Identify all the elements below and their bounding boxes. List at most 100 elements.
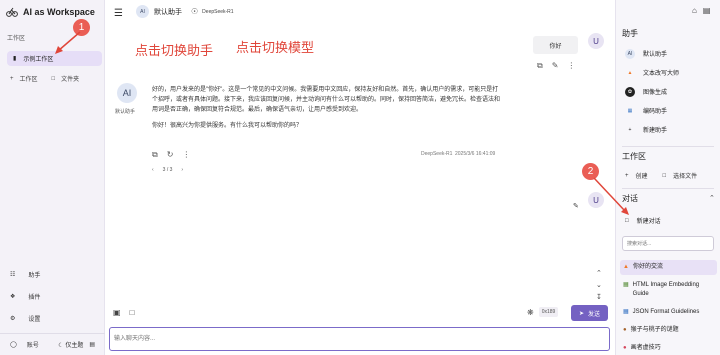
pager-label: 3 / 3 [162,167,173,173]
menu-item-plugins[interactable]: ❖ 插件 [10,290,40,302]
app-title: AI as Workspace [23,7,95,17]
openai-icon: ✿ [625,86,635,97]
bike-icon [6,7,18,17]
assistant-label: 图像生成 [643,90,668,96]
workspace-section-label: 工作区 [7,36,26,42]
model-switcher[interactable]: ☉ DeepSeek-R1 [191,7,234,16]
workspace-item-label: 示例工作区 [23,57,54,63]
add-folder-label: 文件夹 [61,77,80,83]
flame-icon: ▲ [627,69,633,76]
user-icon: ◯ [10,342,17,348]
topic-label: 你好的交流 [632,264,663,270]
edit-icon[interactable]: ✎ [573,202,579,210]
assistants-title: 助手 [622,29,638,38]
add-folder-button[interactable]: □ 文件夹 [51,74,80,84]
book-icon: ▮ [13,56,17,62]
chevron-right-icon[interactable]: › [181,167,183,173]
menu-item-settings[interactable]: ⚙ 设置 [10,312,40,324]
topic-item[interactable]: ▦ JSON Format Guidelines [620,305,717,320]
model-name: DeepSeek-R1 [202,8,234,15]
plus-icon: + [10,75,14,82]
menu-item-assistant[interactable]: ☷ 助手 [10,268,40,280]
select-file-button[interactable]: □ 选择文件 [662,171,698,181]
art-icon: ● [623,345,627,351]
add-workspace-label: 工作区 [19,77,38,83]
topic-item[interactable]: ● 猴子与桃子的谜题 [620,323,717,338]
panel-toggle-icon[interactable]: ▤ [89,341,95,348]
assistant-item-rewriter[interactable]: ▲ 文本改写大师 [625,63,680,82]
moon-icon: ☾ [58,343,64,349]
topic-item[interactable]: ▦ HTML Image Embedding Guide [620,278,717,302]
doc-icon: ▦ [623,309,629,315]
assistant-item-image[interactable]: ✿ 图像生成 [625,82,679,101]
assistant-label: 编码助手 [643,109,668,115]
send-button[interactable]: ➤ 发送 [571,305,608,321]
settings-spark-icon[interactable]: ❋ [527,308,534,317]
chevron-down-icon[interactable]: ⌄ [596,281,602,289]
ai-reply-text: 你好！很高兴为你提供服务。有什么我可以帮助你的吗？ [152,123,303,129]
assistant-switcher[interactable]: AI 默认助手 [136,5,182,18]
folder-icon: □ [51,75,56,82]
layout-icon[interactable]: ▤ [703,6,711,15]
topic-label: 猴子与桃子的谜题 [630,327,679,333]
divider [622,188,714,189]
annotation-switch-model: 点击切换模型 [236,40,315,55]
menu-icon[interactable]: ☰ [114,8,123,19]
topic-label: HTML Image Embedding Guide [632,282,700,297]
assistant-name: 默认助手 [154,8,182,16]
assistant-item-coding[interactable]: ▦ 编码助手 [625,101,679,120]
account-label: 账号 [26,343,39,349]
refresh-icon[interactable]: ↻ [167,150,174,160]
add-workspace-button[interactable]: + 工作区 [10,74,38,84]
folder-icon[interactable]: □ [130,308,135,317]
topic-search-input[interactable] [622,236,714,251]
gear-icon: ⚙ [10,315,16,322]
annotation-switch-assistant: 点击切换助手 [135,43,214,58]
menu-plugins-label: 插件 [28,294,41,301]
file-icon: □ [662,172,667,179]
message-input[interactable] [109,327,610,351]
account-button[interactable]: ◯ 账号 [10,340,39,349]
app-brand[interactable]: AI as Workspace [6,6,95,18]
user-message: 你好 [533,36,578,54]
monkey-icon: ● [623,327,627,333]
more-icon[interactable]: ⋮ [567,61,575,71]
topic-label: JSON Format Guidelines [632,309,700,315]
image-icon[interactable]: ▣ [113,308,121,317]
assistant-list: AI 默认助手 ▲ 文本改写大师 ✿ 图像生成 ▦ 编码助手 + 新建助手 [625,44,679,139]
create-label: 创建 [635,174,648,180]
assistant-label: 默认助手 [643,52,668,58]
doc-icon: ▦ [623,282,629,288]
message-time: 2025/3/6 16:41:09 [455,151,496,157]
new-assistant-button[interactable]: + 新建助手 [625,120,679,139]
theme-label: 仅主题 [65,343,84,349]
chevron-left-icon[interactable]: ‹ [152,167,154,173]
topic-item[interactable]: ▲ 你好的交流 [620,260,717,275]
assistant-icon: ☷ [10,271,16,278]
top-bar: ☰ AI 默认助手 ☉ DeepSeek-R1 [105,0,615,26]
new-assistant-label: 新建助手 [643,128,668,134]
copy-icon[interactable]: ⧉ [152,150,158,160]
assistant-item-default[interactable]: AI 默认助手 [625,44,679,63]
chevron-up-icon[interactable]: ⌃ [596,269,602,277]
response-pager: ‹ 3 / 3 › [152,167,183,173]
ai-thinking-text: 好的，用户发来的是"你好"。这是一个常见的中文问候。我需要用中文回应，保持友好和… [152,87,501,113]
copy-icon[interactable]: ⧉ [537,61,543,71]
topic-label: 画者虚技巧 [630,345,661,351]
chevron-up-icon[interactable]: ⌃ [709,194,715,202]
edit-icon[interactable]: ✎ [552,61,559,71]
new-topic-label: 新建对话 [636,219,661,225]
home-icon[interactable]: ⌂ [692,6,697,15]
code-icon: ▦ [627,107,633,114]
plugin-icon: ❖ [10,293,16,300]
more-icon[interactable]: ⋮ [182,150,190,160]
user-avatar: U [588,33,604,49]
ai-message: 好的，用户发来的是"你好"。这是一个常见的中文问候。我需要用中文回应，保持友好和… [152,85,502,131]
annotation-arrow-1 [55,31,81,54]
theme-toggle[interactable]: ☾ 仅主题 [58,340,83,349]
topic-item[interactable]: ● 画者虚技巧 [620,341,717,355]
annotation-arrow-2 [593,177,629,215]
select-file-label: 选择文件 [673,174,698,180]
composer-toolbar: ▣ □ ❋ 0x189 ➤ 发送 [105,300,615,326]
token-count: 0x189 [538,307,559,317]
